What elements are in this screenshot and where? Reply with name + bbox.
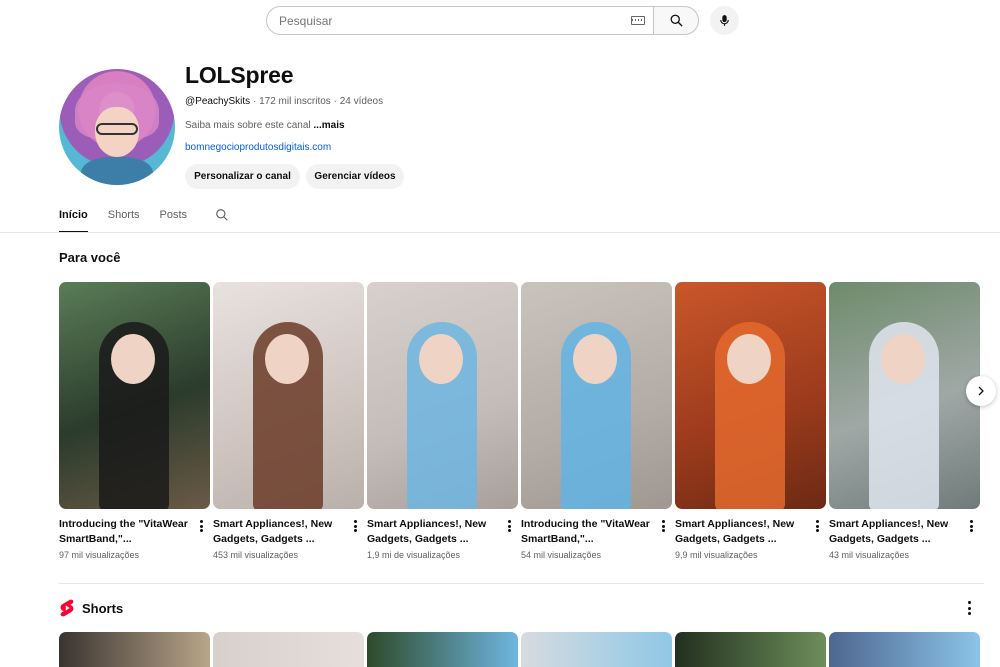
video-title[interactable]: Smart Appliances!, New Gadgets, Gadgets …	[829, 517, 959, 547]
thumbnail-head	[573, 334, 617, 384]
more-options-icon[interactable]	[966, 601, 972, 615]
channel-handle: @PeachySkits	[185, 96, 251, 107]
for-you-title: Para você	[59, 250, 121, 265]
tabs-divider	[0, 232, 1000, 233]
manage-videos-button[interactable]: Gerenciar vídeos	[306, 164, 404, 189]
short-thumbnail[interactable]	[675, 632, 826, 667]
short-thumbnail[interactable]	[829, 632, 980, 667]
shorts-title: Shorts	[82, 600, 124, 616]
tab-posts[interactable]: Posts	[160, 203, 188, 233]
keyboard-icon[interactable]	[631, 16, 645, 25]
about-text: Saiba mais sobre este canal	[185, 120, 311, 131]
video-views: 9,9 mil visualizações	[675, 550, 758, 560]
short-thumbnail[interactable]	[367, 632, 518, 667]
search-icon	[216, 209, 228, 221]
thumbnail-head	[727, 334, 771, 384]
video-card[interactable]: Smart Appliances!, New Gadgets, Gadgets …	[213, 282, 364, 560]
video-thumbnail[interactable]	[829, 282, 980, 509]
video-title[interactable]: Introducing the "VitaWear SmartBand,"...	[521, 517, 651, 547]
more-options-icon[interactable]	[814, 518, 820, 534]
subscriber-count: 172 mil inscritos	[259, 96, 331, 107]
meta-separator: ·	[252, 96, 257, 107]
channel-tabs: Início Shorts Posts	[59, 203, 229, 233]
video-thumbnail[interactable]	[521, 282, 672, 509]
more-options-icon[interactable]	[968, 518, 974, 534]
video-title[interactable]: Smart Appliances!, New Gadgets, Gadgets …	[675, 517, 805, 547]
search-input[interactable]: Pesquisar	[266, 6, 653, 35]
video-card[interactable]: Smart Appliances!, New Gadgets, Gadgets …	[829, 282, 980, 560]
channel-about[interactable]: Saiba mais sobre este canal ...mais	[185, 120, 345, 131]
video-count: 24 vídeos	[339, 96, 384, 107]
video-card[interactable]: Smart Appliances!, New Gadgets, Gadgets …	[675, 282, 826, 560]
thumbnail-head	[419, 334, 463, 384]
tab-shorts[interactable]: Shorts	[108, 203, 140, 233]
more-options-icon[interactable]	[352, 518, 358, 534]
avatar-body	[81, 157, 153, 185]
channel-link[interactable]: bomnegocioprodutosdigitais.com	[185, 142, 331, 153]
video-card[interactable]: Introducing the "VitaWear SmartBand,"...…	[521, 282, 672, 560]
voice-search-button[interactable]	[710, 6, 739, 35]
chevron-right-icon	[978, 386, 984, 396]
video-title[interactable]: Introducing the "VitaWear SmartBand,"...	[59, 517, 189, 547]
more-options-icon[interactable]	[198, 518, 204, 534]
video-views: 43 mil visualizações	[829, 550, 910, 560]
avatar-glasses	[96, 123, 138, 135]
search-bar: Pesquisar	[266, 6, 739, 35]
video-views: 54 mil visualizações	[521, 550, 602, 560]
short-thumbnail[interactable]	[213, 632, 364, 667]
search-button[interactable]	[653, 6, 699, 35]
mic-icon	[720, 15, 729, 26]
shelf-next-button[interactable]	[966, 376, 996, 406]
video-views: 453 mil visualizações	[213, 550, 299, 560]
short-thumbnail[interactable]	[59, 632, 210, 667]
video-views: 1,9 mi de visualizações	[367, 550, 461, 560]
video-card[interactable]: Smart Appliances!, New Gadgets, Gadgets …	[367, 282, 518, 560]
section-divider	[59, 583, 984, 584]
about-more-link[interactable]: ...mais	[313, 120, 344, 131]
search-placeholder: Pesquisar	[279, 13, 333, 28]
for-you-shelf: Introducing the "VitaWear SmartBand,"...…	[59, 282, 983, 560]
video-views: 97 mil visualizações	[59, 550, 140, 560]
meta-separator: ·	[333, 96, 337, 107]
more-options-icon[interactable]	[506, 518, 512, 534]
thumbnail-head	[111, 334, 155, 384]
video-title[interactable]: Smart Appliances!, New Gadgets, Gadgets …	[367, 517, 497, 547]
video-card[interactable]: Introducing the "VitaWear SmartBand,"...…	[59, 282, 210, 560]
shorts-icon	[60, 599, 74, 617]
thumbnail-head	[881, 334, 925, 384]
search-icon	[670, 14, 683, 27]
video-thumbnail[interactable]	[675, 282, 826, 509]
thumbnail-head	[265, 334, 309, 384]
video-title[interactable]: Smart Appliances!, New Gadgets, Gadgets …	[213, 517, 343, 547]
channel-meta: @PeachySkits · 172 mil inscritos · 24 ví…	[185, 96, 383, 107]
shorts-header: Shorts	[59, 599, 123, 617]
short-thumbnail[interactable]	[521, 632, 672, 667]
channel-name: LOLSpree	[185, 62, 294, 88]
more-options-icon[interactable]	[660, 518, 666, 534]
channel-avatar[interactable]	[59, 69, 175, 185]
tab-search-button[interactable]	[215, 203, 229, 227]
video-thumbnail[interactable]	[59, 282, 210, 509]
tab-inicio[interactable]: Início	[59, 203, 88, 233]
customize-channel-button[interactable]: Personalizar o canal	[185, 164, 300, 189]
video-thumbnail[interactable]	[367, 282, 518, 509]
shorts-shelf	[59, 632, 983, 667]
video-thumbnail[interactable]	[213, 282, 364, 509]
